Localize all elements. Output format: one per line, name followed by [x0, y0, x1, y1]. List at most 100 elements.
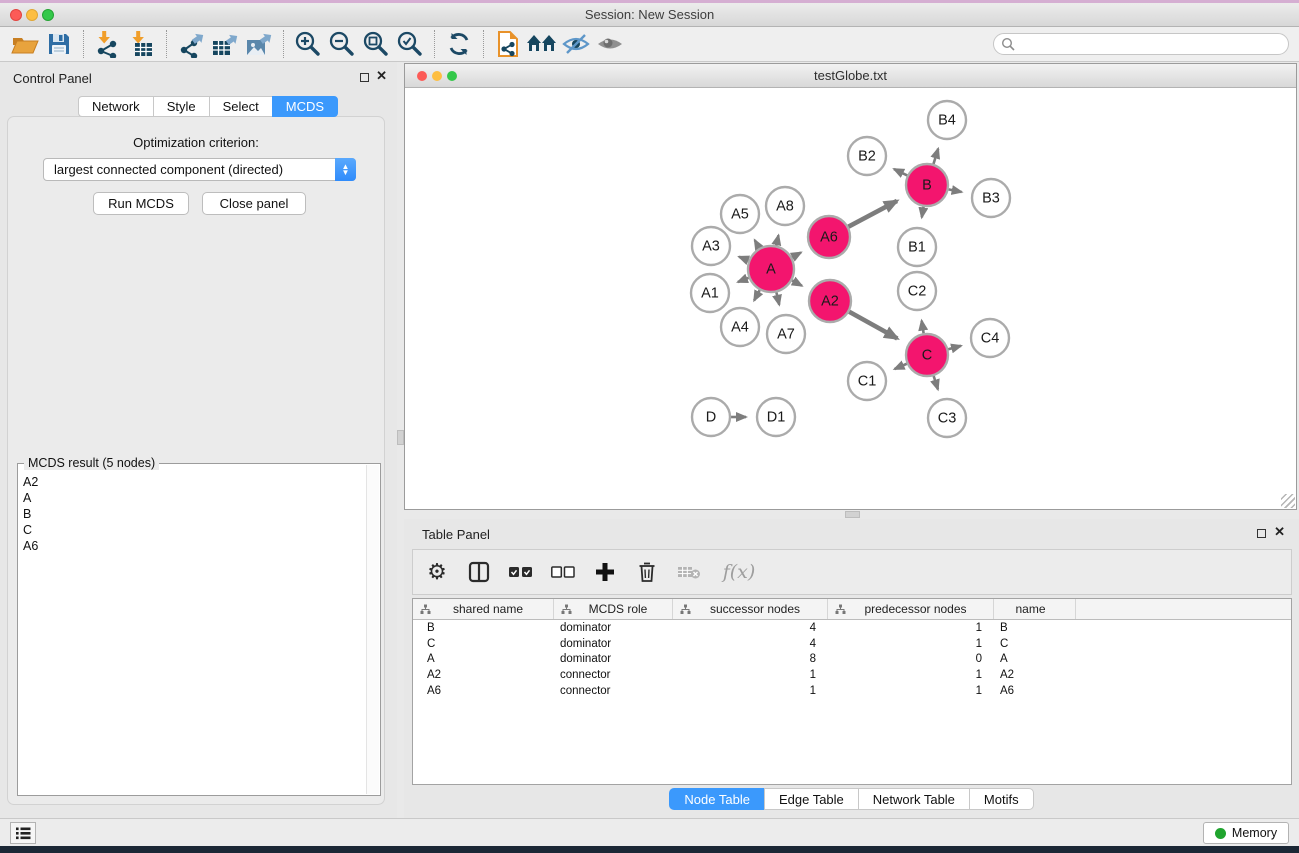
zoom-fit-icon[interactable] [359, 29, 393, 59]
table-row[interactable]: Cdominator41C [413, 636, 1291, 652]
table-cell[interactable]: 1 [828, 685, 994, 697]
graph-node-A3[interactable]: A3 [692, 227, 730, 265]
mcds-result-item[interactable]: C [23, 522, 366, 538]
table-cell[interactable]: A [413, 653, 554, 665]
import-table-icon[interactable] [125, 29, 159, 59]
column-header-shared-name[interactable]: shared name [413, 599, 554, 619]
table-row[interactable]: Bdominator41B [413, 620, 1291, 636]
mcds-result-item[interactable]: A6 [23, 538, 366, 554]
table-panel-close-icon[interactable]: ✕ [1274, 524, 1285, 540]
select-all-icon[interactable] [507, 557, 535, 587]
network-window-titlebar[interactable]: testGlobe.txt [405, 64, 1296, 88]
graph-node-C2[interactable]: C2 [898, 272, 936, 310]
table-cell[interactable]: A2 [413, 669, 554, 681]
graph-node-A1[interactable]: A1 [691, 274, 729, 312]
window-resize-grip[interactable] [1281, 494, 1295, 508]
graph-edge-B-B2[interactable] [894, 169, 907, 175]
tab-mcds[interactable]: MCDS [272, 96, 338, 117]
graph-edge-C-C4[interactable] [948, 346, 961, 349]
graph-node-A6[interactable]: A6 [808, 216, 850, 258]
zoom-in-icon[interactable] [291, 29, 325, 59]
apply-layout-icon[interactable] [442, 29, 476, 59]
graph-node-A5[interactable]: A5 [721, 195, 759, 233]
search-field[interactable] [993, 33, 1289, 55]
save-session-icon[interactable] [42, 29, 76, 59]
table-panel-float-button[interactable] [1257, 529, 1266, 538]
table-row[interactable]: A6connector11A6 [413, 683, 1291, 699]
show-all-eye-icon[interactable] [593, 29, 627, 59]
table-cell[interactable]: C [413, 638, 554, 650]
graph-node-B3[interactable]: B3 [972, 179, 1010, 217]
table-cell[interactable]: dominator [554, 622, 673, 634]
task-history-list-icon[interactable] [10, 822, 36, 844]
graph-node-A2[interactable]: A2 [809, 280, 851, 322]
graph-edge-B-B1[interactable] [922, 207, 924, 218]
graph-node-C1[interactable]: C1 [848, 362, 886, 400]
network-canvas[interactable]: AA1A2A3A4A5A6A7A8BB1B2B3B4CC1C2C3C4DD1 [405, 88, 1296, 509]
table-cell[interactable]: C [994, 638, 1076, 650]
table-cell[interactable]: 1 [673, 669, 828, 681]
graph-edge-C-C2[interactable] [922, 321, 924, 334]
graph-node-A[interactable]: A [748, 246, 794, 292]
network-graph[interactable]: AA1A2A3A4A5A6A7A8BB1B2B3B4CC1C2C3C4DD1 [405, 88, 1296, 509]
hide-selected-eye-icon[interactable] [559, 29, 593, 59]
tab-select[interactable]: Select [209, 96, 272, 117]
table-cell[interactable]: dominator [554, 638, 673, 650]
criterion-select[interactable]: largest connected component (directed) ▲… [43, 158, 356, 181]
table-cell[interactable]: 1 [828, 638, 994, 650]
tab-network[interactable]: Network [78, 96, 153, 117]
table-cell[interactable]: A2 [994, 669, 1076, 681]
graph-edge-A6-B[interactable] [848, 201, 897, 227]
table-cell[interactable]: 8 [673, 653, 828, 665]
column-header-successor-nodes[interactable]: successor nodes [673, 599, 828, 619]
delete-column-trash-icon[interactable] [633, 557, 661, 587]
tab-motifs[interactable]: Motifs [969, 788, 1034, 810]
control-panel-float-button[interactable] [360, 73, 369, 82]
close-panel-button[interactable]: Close panel [202, 192, 306, 215]
graph-edge-A-A3[interactable] [739, 257, 749, 261]
zoom-selected-icon[interactable] [393, 29, 427, 59]
tab-node-table[interactable]: Node Table [669, 788, 764, 810]
mcds-result-item[interactable]: A2 [23, 474, 366, 490]
graph-edge-A-A7[interactable] [776, 292, 779, 304]
table-cell[interactable]: 4 [673, 638, 828, 650]
zoom-out-icon[interactable] [325, 29, 359, 59]
search-input[interactable] [1016, 35, 1288, 53]
table-cell[interactable]: 1 [828, 622, 994, 634]
horizontal-split-handle[interactable] [845, 511, 860, 518]
delete-table-icon[interactable] [675, 557, 703, 587]
import-network-icon[interactable] [91, 29, 125, 59]
graph-node-C3[interactable]: C3 [928, 399, 966, 437]
graph-node-B2[interactable]: B2 [848, 137, 886, 175]
graph-edge-B-B4[interactable] [933, 149, 938, 164]
table-row[interactable]: Adominator80A [413, 652, 1291, 668]
graph-node-B4[interactable]: B4 [928, 101, 966, 139]
mcds-result-item[interactable]: A [23, 490, 366, 506]
graph-node-B1[interactable]: B1 [898, 228, 936, 266]
table-cell[interactable]: 1 [673, 685, 828, 697]
graph-edge-C-C3[interactable] [934, 376, 938, 389]
graph-node-D[interactable]: D [692, 398, 730, 436]
table-cell[interactable]: B [994, 622, 1076, 634]
table-cell[interactable]: connector [554, 669, 673, 681]
graph-edge-C-C1[interactable] [895, 364, 907, 369]
mcds-result-list[interactable]: A2ABCA6 [19, 472, 366, 794]
open-file-icon[interactable] [8, 29, 42, 59]
table-cell[interactable]: dominator [554, 653, 673, 665]
memory-button[interactable]: Memory [1203, 822, 1289, 844]
vertical-split-handle[interactable] [397, 430, 404, 445]
graph-edge-B-B3[interactable] [949, 189, 962, 192]
graph-edge-A-A6[interactable] [792, 252, 801, 257]
graph-node-C[interactable]: C [906, 334, 948, 376]
table-cell[interactable]: 4 [673, 622, 828, 634]
new-network-from-selection-icon[interactable] [491, 29, 525, 59]
graph-edge-A-A2[interactable] [792, 280, 802, 285]
graph-edge-A2-C[interactable] [849, 312, 897, 339]
run-mcds-button[interactable]: Run MCDS [93, 192, 189, 215]
export-table-icon[interactable] [208, 29, 242, 59]
table-row[interactable]: A2connector11A2 [413, 667, 1291, 683]
table-cell[interactable]: B [413, 622, 554, 634]
graph-node-C4[interactable]: C4 [971, 319, 1009, 357]
column-header-predecessor-nodes[interactable]: predecessor nodes [828, 599, 994, 619]
graph-node-D1[interactable]: D1 [757, 398, 795, 436]
